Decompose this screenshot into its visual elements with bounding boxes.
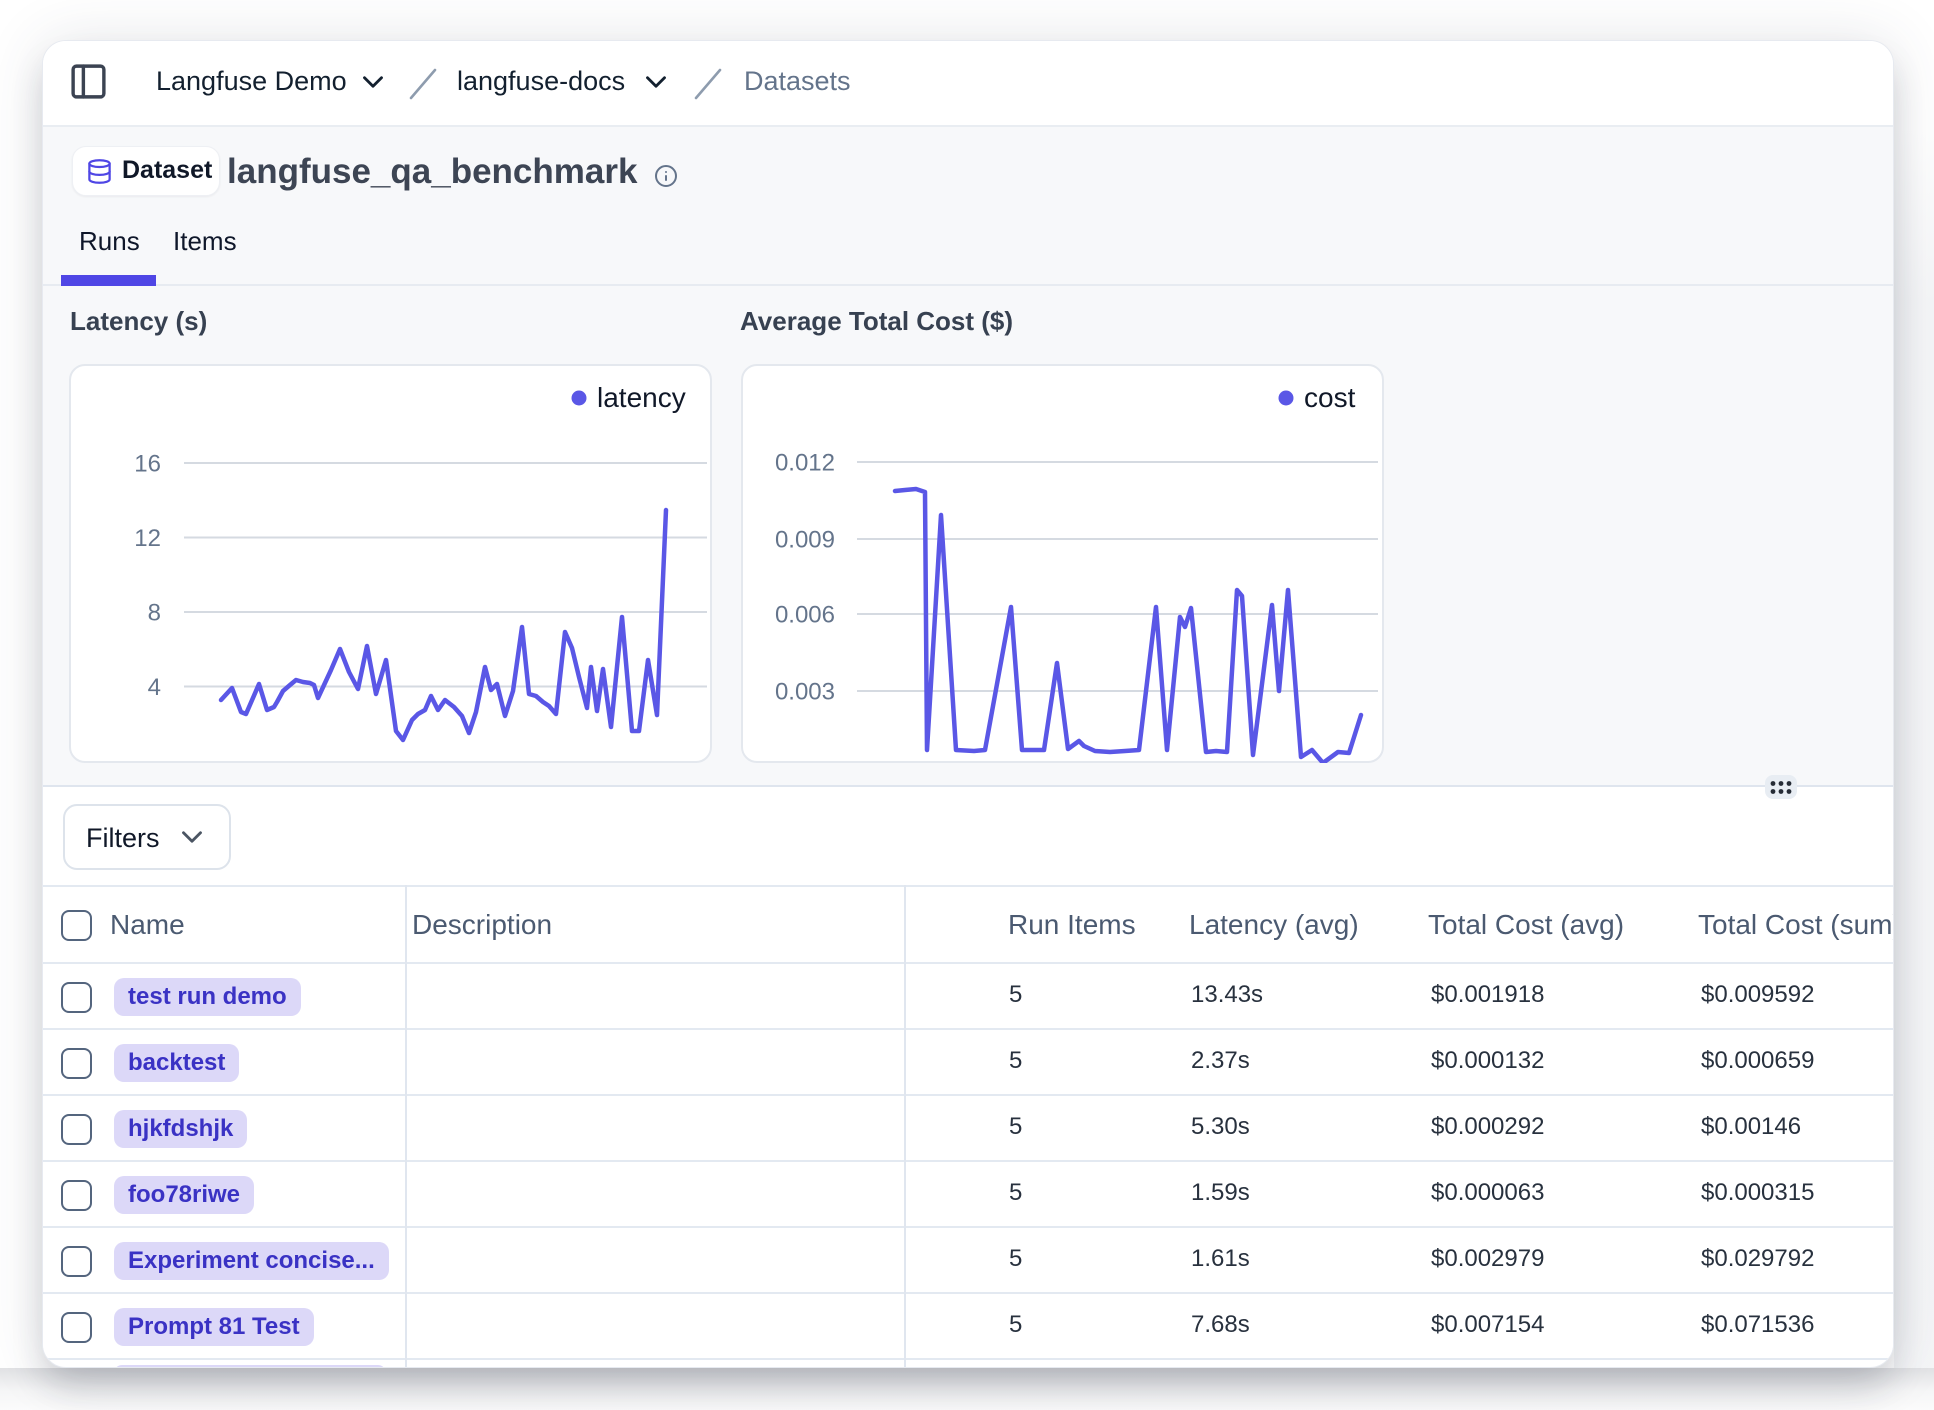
svg-text:12: 12 — [134, 525, 161, 552]
svg-text:latency: latency — [597, 382, 686, 413]
svg-text:0.006: 0.006 — [775, 602, 835, 629]
svg-text:8: 8 — [148, 600, 161, 627]
svg-text:0.003: 0.003 — [775, 679, 835, 706]
svg-text:cost: cost — [1304, 382, 1356, 413]
svg-text:0.012: 0.012 — [775, 450, 835, 477]
svg-text:4: 4 — [148, 674, 161, 701]
svg-text:16: 16 — [134, 451, 161, 478]
svg-text:0.009: 0.009 — [775, 527, 835, 554]
